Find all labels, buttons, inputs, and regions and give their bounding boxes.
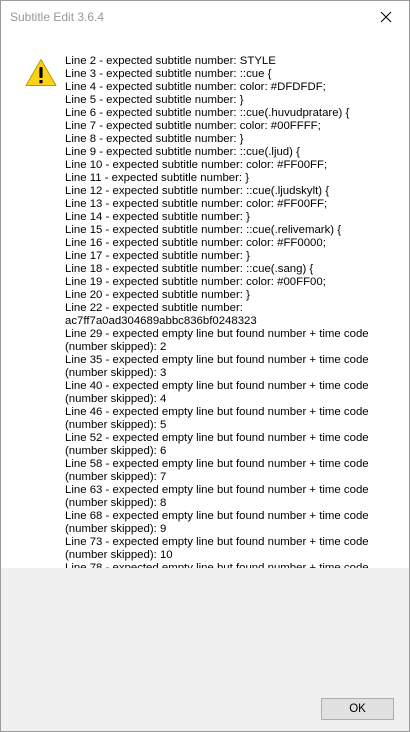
message-line: Line 68 - expected empty line but found …: [65, 510, 369, 535]
message-line: Line 17 - expected subtitle number: }: [65, 250, 250, 262]
message-line: Line 16 - expected subtitle number: colo…: [65, 237, 326, 249]
message-line: Line 13 - expected subtitle number: colo…: [65, 198, 328, 210]
message-line: Line 73 - expected empty line but found …: [65, 536, 369, 561]
message-line: Line 19 - expected subtitle number: colo…: [65, 276, 326, 288]
message-line: Line 3 - expected subtitle number: ::cue…: [65, 68, 272, 80]
close-icon: [380, 11, 392, 23]
title-bar[interactable]: Subtitle Edit 3.6.4: [1, 1, 409, 32]
message-line: Line 40 - expected empty line but found …: [65, 380, 369, 405]
message-line: Line 52 - expected empty line but found …: [65, 432, 369, 457]
close-button[interactable]: [363, 1, 409, 32]
message-line: Line 9 - expected subtitle number: ::cue…: [65, 146, 300, 158]
message-dialog: Subtitle Edit 3.6.4 Line 2 - expected su…: [0, 0, 410, 732]
ok-button[interactable]: OK: [321, 698, 394, 720]
message-line: Line 10 - expected subtitle number: colo…: [65, 159, 328, 171]
message-line: Line 5 - expected subtitle number: }: [65, 94, 244, 106]
message-line: Line 63 - expected empty line but found …: [65, 484, 369, 509]
message-line: Line 22 - expected subtitle number: ac7f…: [65, 302, 257, 327]
message-line: Line 7 - expected subtitle number: color…: [65, 120, 321, 132]
message-line: Line 6 - expected subtitle number: ::cue…: [65, 107, 350, 119]
message-line: Line 4 - expected subtitle number: color…: [65, 81, 326, 93]
message-line: Line 2 - expected subtitle number: STYLE: [65, 55, 276, 67]
message-line: Line 15 - expected subtitle number: ::cu…: [65, 224, 342, 236]
message-line: Line 29 - expected empty line but found …: [65, 328, 369, 353]
message-line: Line 8 - expected subtitle number: }: [65, 133, 244, 145]
message-line: Line 12 - expected subtitle number: ::cu…: [65, 185, 330, 197]
window-title: Subtitle Edit 3.6.4: [10, 10, 105, 24]
message-line: Line 46 - expected empty line but found …: [65, 406, 369, 431]
message-line: Line 35 - expected empty line but found …: [65, 354, 369, 379]
warning-icon: [25, 58, 57, 87]
message-line: Line 58 - expected empty line but found …: [65, 458, 369, 483]
message-line: Line 11 - expected subtitle number: }: [65, 172, 250, 184]
message-line: Line 14 - expected subtitle number: }: [65, 211, 250, 223]
message-line: Line 18 - expected subtitle number: ::cu…: [65, 263, 314, 275]
message-line: Line 20 - expected subtitle number: }: [65, 289, 250, 301]
